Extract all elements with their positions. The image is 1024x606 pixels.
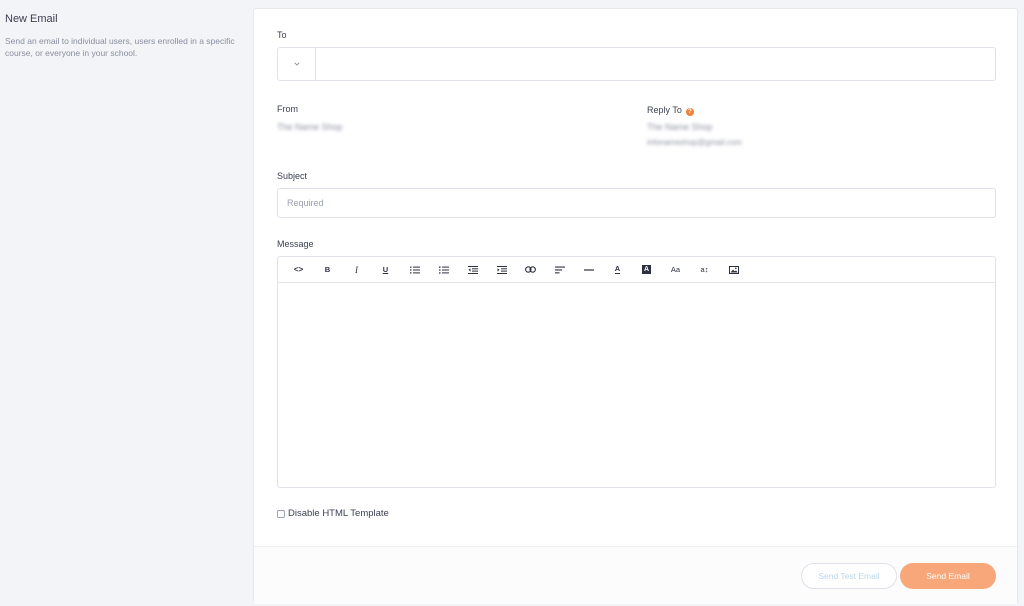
horizontal-rule-button[interactable] — [574, 260, 603, 280]
from-name: The Name Shop — [277, 122, 343, 132]
reply-to-name: The Name Shop — [647, 122, 713, 132]
background-color-button[interactable]: A — [632, 260, 661, 280]
link-icon — [525, 266, 536, 273]
message-label: Message — [277, 239, 314, 249]
line-height-button[interactable]: a↕ — [690, 260, 719, 280]
disable-html-template-checkbox[interactable] — [277, 509, 285, 518]
font-size-icon: Aa — [670, 265, 681, 274]
reply-to-email: infonameshop@gmail.com — [647, 138, 742, 147]
outdent-button[interactable] — [458, 260, 487, 280]
align-button[interactable] — [545, 260, 574, 280]
unordered-list-button[interactable] — [429, 260, 458, 280]
reply-to-label-wrap: Reply To? — [647, 105, 694, 116]
to-field[interactable] — [277, 47, 996, 81]
to-label: To — [277, 30, 287, 40]
underline-button[interactable]: U — [371, 260, 400, 280]
font-size-button[interactable]: Aa — [661, 260, 690, 280]
bold-button[interactable]: B — [313, 260, 342, 280]
message-body[interactable] — [278, 283, 995, 487]
form-footer: Send Test Email Send Email — [254, 546, 1017, 604]
outdent-icon — [467, 265, 478, 274]
reply-to-label: Reply To — [647, 105, 682, 115]
subject-label: Subject — [277, 171, 308, 181]
link-button[interactable] — [516, 260, 545, 280]
editor-toolbar: <> B I U A A Aa a↕ — [278, 257, 995, 283]
message-editor: <> B I U A A Aa a↕ — [277, 256, 996, 488]
image-icon — [728, 265, 739, 274]
send-email-button[interactable]: Send Email — [900, 563, 996, 589]
page-title: New Email — [5, 13, 58, 25]
email-form-card: To From The Name Shop Reply To? The Name… — [253, 8, 1018, 604]
code-icon: <> — [293, 265, 304, 274]
ordered-list-icon — [409, 266, 420, 273]
italic-button[interactable]: I — [342, 260, 371, 280]
align-left-icon — [554, 266, 565, 273]
background-color-icon: A — [642, 265, 651, 274]
ordered-list-button[interactable] — [400, 260, 429, 280]
disable-html-template-row[interactable]: Disable HTML Template — [277, 508, 389, 519]
send-test-email-button[interactable]: Send Test Email — [801, 563, 897, 589]
code-view-button[interactable]: <> — [284, 260, 313, 280]
left-panel: New Email Send an email to individual us… — [5, 12, 240, 59]
bold-icon: B — [324, 265, 331, 274]
to-dropdown[interactable] — [278, 48, 316, 80]
from-label: From — [277, 104, 298, 114]
question-icon[interactable]: ? — [685, 108, 694, 116]
to-input[interactable] — [316, 48, 995, 80]
font-color-icon: A — [614, 264, 621, 274]
indent-button[interactable] — [487, 260, 516, 280]
insert-image-button[interactable] — [719, 260, 748, 280]
subject-input[interactable] — [277, 188, 996, 218]
chevron-down-icon — [293, 62, 300, 66]
indent-icon — [496, 265, 507, 274]
underline-icon: U — [382, 265, 389, 274]
page-description: Send an email to individual users, users… — [5, 36, 235, 58]
italic-icon: I — [355, 264, 358, 275]
line-height-icon: a↕ — [700, 265, 709, 274]
unordered-list-icon — [438, 265, 449, 274]
horizontal-rule-icon — [583, 268, 594, 271]
font-color-button[interactable]: A — [603, 260, 632, 280]
disable-html-template-label: Disable HTML Template — [288, 508, 389, 519]
